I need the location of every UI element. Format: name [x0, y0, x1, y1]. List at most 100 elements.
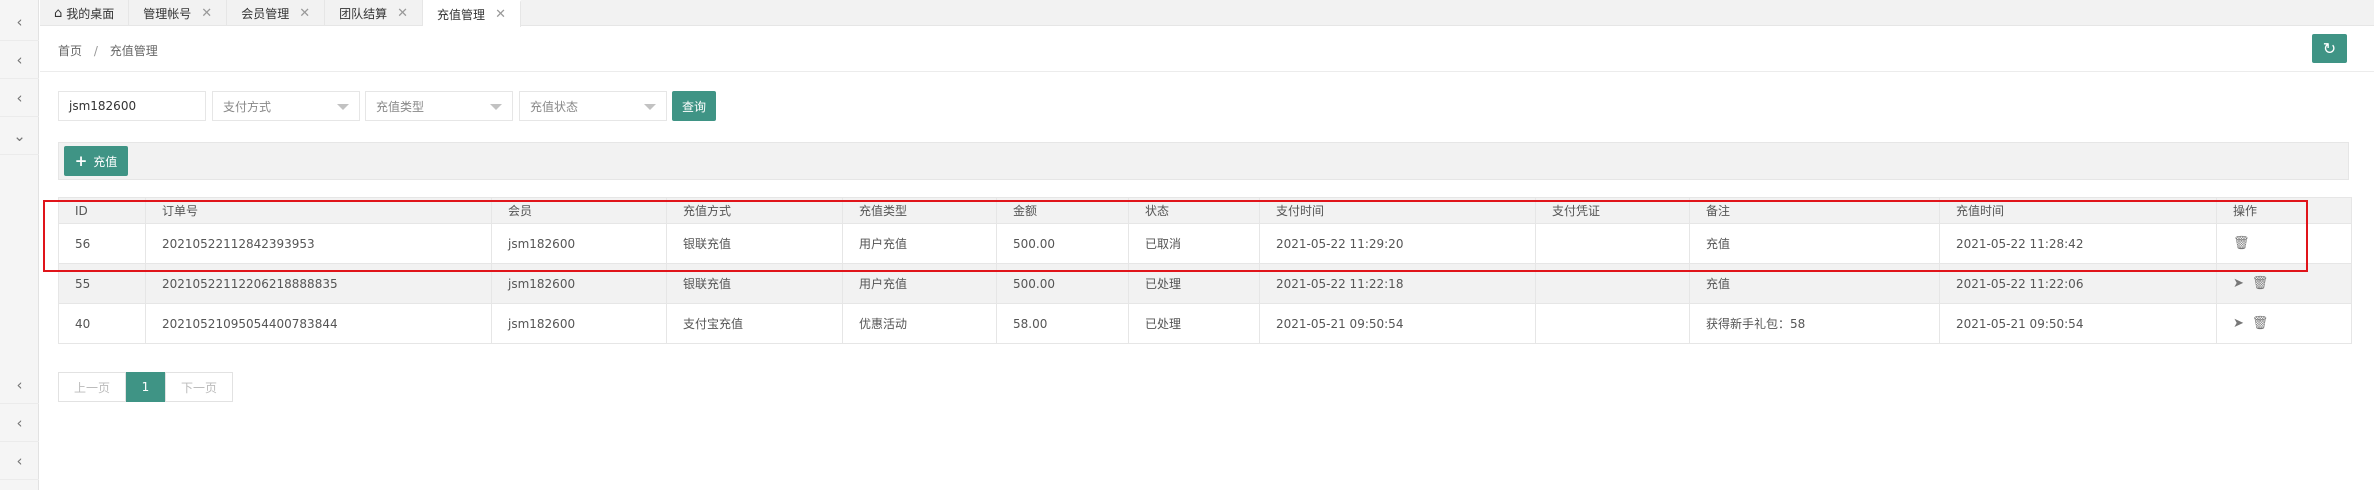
cell-created-at: 2021-05-21 09:50:54 [1939, 303, 2217, 344]
cell-member: jsm182600 [491, 263, 667, 304]
cell-order: 20210521095054400783844 [145, 303, 492, 344]
cell-method: 银联充值 [666, 223, 843, 264]
cell-status: 已处理 [1128, 303, 1260, 344]
cell-amount: 500.00 [996, 263, 1129, 304]
cell-paid-at: 2021-05-21 09:50:54 [1259, 303, 1536, 344]
tab-label: 会员管理 [241, 6, 290, 21]
column-header: 状态 [1128, 197, 1260, 224]
tab-admin-accounts[interactable]: 管理帐号 ✕ [129, 0, 228, 26]
send-icon[interactable]: ➤ [2233, 316, 2244, 331]
cell-method: 银联充值 [666, 263, 843, 304]
recharge-type-select[interactable]: 充值类型 [365, 91, 513, 121]
cell-created-at: 2021-05-22 11:22:06 [1939, 263, 2217, 304]
breadcrumb-home[interactable]: 首页 [58, 44, 82, 58]
tab-label: 管理帐号 [143, 6, 192, 21]
column-header: 充值类型 [842, 197, 997, 224]
breadcrumb: 首页 / 充值管理 [58, 42, 158, 59]
cell-status: 已取消 [1128, 223, 1260, 264]
chevron-left-icon[interactable]: ‹ [0, 404, 39, 442]
cell-order: 20210522112206218888835 [145, 263, 492, 304]
tab-label: 充值管理 [437, 8, 486, 22]
column-header: 金额 [996, 197, 1129, 224]
column-header: 备注 [1689, 197, 1940, 224]
tab-team-settlement[interactable]: 团队结算 ✕ [325, 0, 424, 26]
cell-method: 支付宝充值 [666, 303, 843, 344]
chevron-left-icon[interactable]: ‹ [0, 442, 39, 480]
divider [40, 71, 2374, 72]
cell-paid-at: 2021-05-22 11:29:20 [1259, 223, 1536, 264]
cell-actions: ➤ 🗑︎ [2216, 263, 2352, 304]
cell-member: jsm182600 [491, 303, 667, 344]
tab-home[interactable]: ⌂ 我的桌面 [40, 0, 130, 26]
column-header: 会员 [491, 197, 667, 224]
payment-method-select[interactable]: 支付方式 [212, 91, 360, 121]
tab-label: 团队结算 [339, 6, 388, 21]
cell-actions: ➤ 🗑︎ [2216, 303, 2352, 344]
breadcrumb-current: 充值管理 [109, 44, 158, 58]
cell-id: 55 [58, 263, 146, 304]
column-header: 支付时间 [1259, 197, 1536, 224]
trash-icon[interactable]: 🗑︎ [2233, 236, 2250, 251]
cell-note: 充值 [1689, 223, 1940, 264]
tab-recharge-management[interactable]: 充值管理 ✕ [423, 0, 521, 27]
cell-type: 用户充值 [842, 263, 997, 304]
cell-member: jsm182600 [491, 223, 667, 264]
member-search-input[interactable]: jsm182600 [58, 91, 206, 121]
cell-type: 用户充值 [842, 223, 997, 264]
cell-voucher [1535, 263, 1690, 304]
trash-icon[interactable]: 🗑︎ [2252, 276, 2269, 291]
chevron-left-icon[interactable]: ‹ [0, 366, 39, 404]
cell-created-at: 2021-05-22 11:28:42 [1939, 223, 2217, 264]
prev-page-button[interactable]: 上一页 [58, 372, 126, 402]
chevron-left-icon[interactable]: ‹ [0, 3, 39, 41]
pagination: 上一页 1 下一页 [58, 372, 233, 402]
cell-amount: 500.00 [996, 223, 1129, 264]
close-icon[interactable]: ✕ [299, 6, 310, 21]
cell-id: 40 [58, 303, 146, 344]
column-header: ID [58, 197, 146, 224]
cell-id: 56 [58, 223, 146, 264]
tab-label: 我的桌面 [66, 6, 115, 21]
table-header-row: ID 订单号 会员 充值方式 充值类型 金额 状态 支付时间 支付凭证 备注 充… [58, 197, 2352, 224]
table-row[interactable]: 40 20210521095054400783844 jsm182600 支付宝… [58, 303, 2352, 344]
member-search-value: jsm182600 [69, 99, 137, 113]
home-icon: ⌂ [54, 5, 63, 21]
cell-status: 已处理 [1128, 263, 1260, 304]
recharge-table: ID 订单号 会员 充值方式 充值类型 金额 状态 支付时间 支付凭证 备注 充… [58, 197, 2352, 344]
cell-paid-at: 2021-05-22 11:22:18 [1259, 263, 1536, 304]
cell-order: 20210522112842393953 [145, 223, 492, 264]
close-icon[interactable]: ✕ [397, 6, 408, 21]
cell-voucher [1535, 223, 1690, 264]
chevron-left-icon[interactable]: ‹ [0, 79, 39, 117]
table-row[interactable]: 55 20210522112206218888835 jsm182600 银联充… [58, 263, 2352, 304]
caret-down-icon [644, 104, 656, 110]
close-icon[interactable]: ✕ [201, 6, 212, 21]
add-recharge-label: 充值 [93, 154, 118, 169]
toolbar: + 充值 [58, 142, 2349, 180]
add-recharge-button[interactable]: + 充值 [64, 146, 128, 176]
page-number-button[interactable]: 1 [126, 372, 165, 402]
next-page-button[interactable]: 下一页 [165, 372, 233, 402]
table-row[interactable]: 56 20210522112842393953 jsm182600 银联充值 用… [58, 223, 2352, 264]
chevron-left-icon[interactable]: ‹ [0, 41, 39, 79]
query-button[interactable]: 查询 [672, 91, 716, 121]
chevron-down-icon[interactable]: ⌄ [0, 117, 39, 155]
recharge-status-select[interactable]: 充值状态 [519, 91, 667, 121]
caret-down-icon [337, 104, 349, 110]
refresh-button[interactable]: ↻ [2312, 34, 2347, 63]
tab-member-management[interactable]: 会员管理 ✕ [227, 0, 326, 26]
cell-voucher [1535, 303, 1690, 344]
column-header: 订单号 [145, 197, 492, 224]
refresh-icon: ↻ [2322, 39, 2337, 58]
send-icon[interactable]: ➤ [2233, 276, 2244, 291]
cell-actions: 🗑︎ [2216, 223, 2352, 264]
close-icon[interactable]: ✕ [495, 7, 506, 22]
recharge-status-placeholder: 充值状态 [530, 99, 579, 114]
cell-type: 优惠活动 [842, 303, 997, 344]
column-header: 支付凭证 [1535, 197, 1690, 224]
cell-note: 充值 [1689, 263, 1940, 304]
cell-note: 获得新手礼包：58 [1689, 303, 1940, 344]
trash-icon[interactable]: 🗑︎ [2252, 316, 2269, 331]
sidebar: ‹ ‹ ‹ ⌄ ‹ ‹ ‹ [0, 0, 39, 490]
column-header: 操作 [2216, 197, 2352, 224]
